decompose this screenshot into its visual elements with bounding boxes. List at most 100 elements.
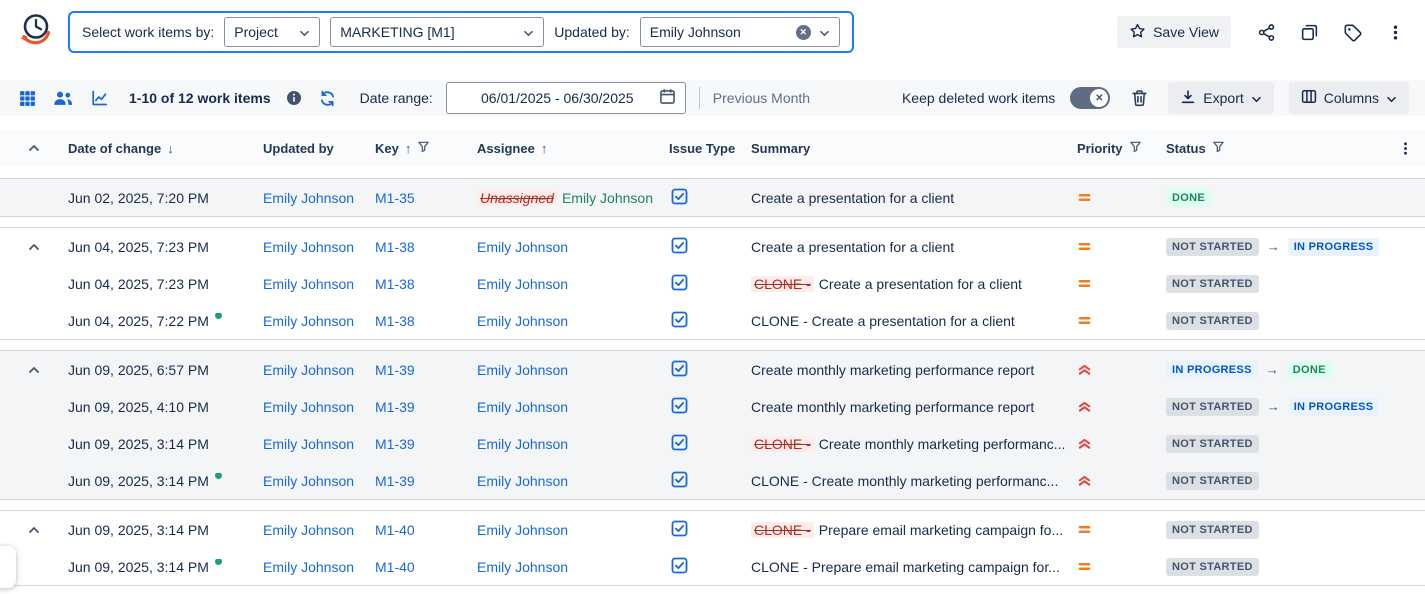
- status-badge: IN PROGRESS: [1288, 398, 1380, 416]
- filter-funnel-icon[interactable]: [1212, 140, 1225, 156]
- assignee-link[interactable]: Emily Johnson: [477, 276, 568, 292]
- updated-by-link[interactable]: Emily Johnson: [263, 473, 354, 489]
- sort-asc-icon[interactable]: ↑: [405, 141, 412, 156]
- date-text: Jun 04, 2025, 7:22 PM: [68, 313, 209, 329]
- table-row[interactable]: Jun 09, 2025, 3:14 PM Emily Johnson M1-4…: [0, 511, 1425, 548]
- key-link[interactable]: M1-39: [375, 473, 415, 489]
- key-link[interactable]: M1-38: [375, 239, 415, 255]
- updated-by-link[interactable]: Emily Johnson: [263, 313, 354, 329]
- table-row[interactable]: Jun 09, 2025, 3:14 PM Emily Johnson M1-3…: [0, 425, 1425, 462]
- export-button[interactable]: Export: [1168, 82, 1273, 114]
- columns-label: Columns: [1324, 90, 1379, 106]
- table-row[interactable]: Jun 09, 2025, 3:14 PM Emily Johnson M1-3…: [0, 462, 1425, 499]
- status-cell: IN PROGRESS→DONE: [1166, 361, 1385, 379]
- table-row[interactable]: Jun 02, 2025, 7:20 PM Emily Johnson M1-3…: [0, 179, 1425, 216]
- key-link[interactable]: M1-39: [375, 399, 415, 415]
- trash-icon[interactable]: [1125, 84, 1153, 112]
- status-cell: NOT STARTED: [1166, 472, 1385, 490]
- column-label: Status: [1166, 141, 1206, 156]
- updated-by-link[interactable]: Emily Johnson: [263, 276, 354, 292]
- keep-deleted-toggle[interactable]: ✕: [1070, 87, 1110, 109]
- group-collapse-chevron[interactable]: [28, 366, 40, 374]
- status-badge: NOT STARTED: [1166, 398, 1259, 416]
- share-icon[interactable]: [1252, 18, 1280, 46]
- priority-icon: [1077, 362, 1092, 377]
- updated-by-link[interactable]: Emily Johnson: [263, 399, 354, 415]
- assignee-link[interactable]: Emily Johnson: [562, 190, 653, 206]
- sort-desc-icon[interactable]: ↓: [167, 141, 174, 156]
- top-actions: Save View: [1117, 16, 1409, 48]
- previous-month-link[interactable]: Previous Month: [713, 90, 810, 106]
- grid-view-icon[interactable]: [16, 87, 38, 109]
- summary-text: CLONE - Prepare email marketing campaign…: [751, 559, 1060, 575]
- floating-widget-button[interactable]: [0, 546, 16, 588]
- project-value: MARKETING [M1]: [340, 24, 454, 40]
- tag-icon[interactable]: [1338, 18, 1366, 46]
- updated-by-link[interactable]: Emily Johnson: [263, 522, 354, 538]
- people-view-icon[interactable]: [52, 87, 74, 109]
- column-header-key[interactable]: Key ↑: [375, 140, 477, 156]
- column-header-priority[interactable]: Priority: [1077, 140, 1166, 156]
- project-dropdown[interactable]: MARKETING [M1]: [330, 17, 544, 47]
- assignee-link[interactable]: Emily Johnson: [477, 362, 568, 378]
- column-header-date[interactable]: Date of change ↓: [68, 141, 263, 156]
- column-header-summary[interactable]: Summary: [751, 141, 1077, 156]
- date-range-input[interactable]: 06/01/2025 - 06/30/2025: [446, 82, 686, 114]
- updated-by-link[interactable]: Emily Johnson: [263, 239, 354, 255]
- key-link[interactable]: M1-38: [375, 276, 415, 292]
- column-label: Date of change: [68, 141, 161, 156]
- key-link[interactable]: M1-40: [375, 559, 415, 575]
- assignee-link[interactable]: Emily Johnson: [477, 399, 568, 415]
- sort-asc-icon[interactable]: ↑: [541, 141, 548, 156]
- chart-view-icon[interactable]: [88, 87, 110, 109]
- column-header-status[interactable]: Status: [1166, 140, 1385, 156]
- table-row[interactable]: Jun 04, 2025, 7:23 PM Emily Johnson M1-3…: [0, 228, 1425, 265]
- key-link[interactable]: M1-39: [375, 362, 415, 378]
- assignee-link[interactable]: Emily Johnson: [477, 313, 568, 329]
- key-link[interactable]: M1-40: [375, 522, 415, 538]
- table-options-kebab-icon[interactable]: [1385, 141, 1425, 156]
- summary-removed-text: CLONE -: [751, 436, 814, 452]
- task-type-icon: [671, 557, 688, 577]
- assignee-link[interactable]: Emily Johnson: [477, 239, 568, 255]
- updated-by-link[interactable]: Emily Johnson: [263, 190, 354, 206]
- column-header-issue-type[interactable]: Issue Type: [669, 141, 751, 156]
- assignee-link[interactable]: Emily Johnson: [477, 473, 568, 489]
- divider: [699, 87, 700, 109]
- filter-funnel-icon[interactable]: [1129, 140, 1142, 156]
- work-items-table: Date of change ↓ Updated by Key ↑ Assign…: [0, 130, 1425, 586]
- date-text: Jun 02, 2025, 7:20 PM: [68, 190, 209, 206]
- group-collapse-chevron[interactable]: [28, 526, 40, 534]
- group-collapse-chevron[interactable]: [28, 243, 40, 251]
- key-link[interactable]: M1-39: [375, 436, 415, 452]
- summary-removed-text: CLONE -: [751, 276, 814, 292]
- table-row[interactable]: Jun 09, 2025, 4:10 PM Emily Johnson M1-3…: [0, 388, 1425, 425]
- assignee-link[interactable]: Emily Johnson: [477, 559, 568, 575]
- save-view-button[interactable]: Save View: [1117, 16, 1231, 48]
- updated-by-link[interactable]: Emily Johnson: [263, 559, 354, 575]
- key-link[interactable]: M1-38: [375, 313, 415, 329]
- updated-by-link[interactable]: Emily Johnson: [263, 436, 354, 452]
- priority-icon: [1077, 473, 1092, 488]
- updated-by-dropdown[interactable]: Emily Johnson ✕: [640, 17, 840, 47]
- summary-text: Create monthly marketing performance rep…: [751, 399, 1034, 415]
- table-row[interactable]: Jun 09, 2025, 3:14 PM Emily Johnson M1-4…: [0, 548, 1425, 585]
- table-row[interactable]: Jun 09, 2025, 6:57 PM Emily Johnson M1-3…: [0, 351, 1425, 388]
- info-icon[interactable]: [284, 88, 304, 108]
- collapse-all-control[interactable]: [0, 144, 68, 152]
- filter-funnel-icon[interactable]: [417, 140, 430, 156]
- columns-button[interactable]: Columns: [1289, 82, 1409, 114]
- assignee-link[interactable]: Emily Johnson: [477, 436, 568, 452]
- duplicate-view-icon[interactable]: [1295, 18, 1323, 46]
- column-header-assignee[interactable]: Assignee ↑: [477, 141, 669, 156]
- assignee-link[interactable]: Emily Johnson: [477, 522, 568, 538]
- filter-by-dropdown[interactable]: Project: [224, 17, 320, 47]
- refresh-icon[interactable]: [317, 87, 339, 109]
- table-row[interactable]: Jun 04, 2025, 7:22 PM Emily Johnson M1-3…: [0, 302, 1425, 339]
- more-options-kebab-icon[interactable]: [1381, 18, 1409, 46]
- column-header-updated-by[interactable]: Updated by: [263, 141, 375, 156]
- table-row[interactable]: Jun 04, 2025, 7:23 PM Emily Johnson M1-3…: [0, 265, 1425, 302]
- clear-icon[interactable]: ✕: [796, 25, 811, 40]
- updated-by-link[interactable]: Emily Johnson: [263, 362, 354, 378]
- key-link[interactable]: M1-35: [375, 190, 415, 206]
